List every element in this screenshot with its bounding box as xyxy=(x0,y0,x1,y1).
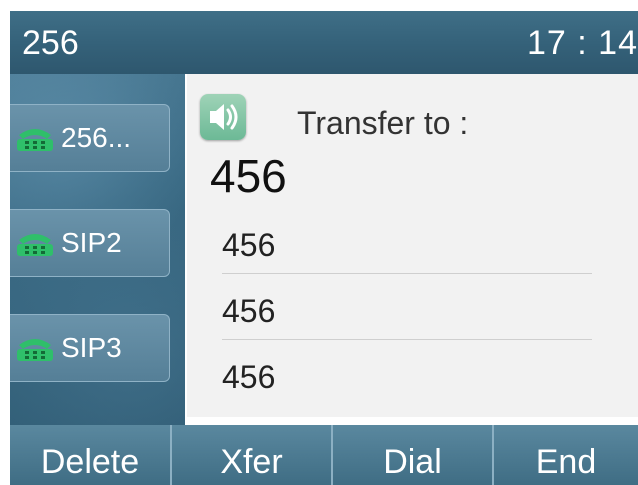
softkey-dial[interactable]: Dial xyxy=(333,425,494,485)
transfer-dialog: Transfer to : 456 456 456 456 xyxy=(185,74,638,417)
line-key-sip3[interactable]: SIP3 xyxy=(10,314,170,382)
softkey-xfer[interactable]: Xfer xyxy=(172,425,333,485)
softkey-delete[interactable]: Delete xyxy=(10,425,172,485)
suggestion-item[interactable]: 456 xyxy=(222,282,592,340)
softkey-end[interactable]: End xyxy=(494,425,638,485)
line-key-256[interactable]: 256... xyxy=(10,104,170,172)
speaker-icon xyxy=(200,94,246,140)
suggestion-item[interactable]: 456 xyxy=(222,348,592,406)
line-key-sip2[interactable]: SIP2 xyxy=(10,209,170,277)
transfer-number-input[interactable]: 456 xyxy=(210,146,287,206)
status-time: 17 : 14 xyxy=(527,24,638,62)
suggestion-item[interactable]: 456 xyxy=(222,216,592,274)
top-margin xyxy=(0,0,638,11)
phone-icon xyxy=(17,129,53,151)
dialog-title: Transfer to : xyxy=(297,105,469,141)
softkey-bar: Delete Xfer Dial End xyxy=(10,425,638,485)
status-bar: 256 17 : 14 xyxy=(10,11,638,74)
line-key-label: 256... xyxy=(61,122,132,153)
status-account: 256 xyxy=(22,24,79,62)
line-key-label: SIP2 xyxy=(61,227,122,258)
phone-icon xyxy=(17,234,53,256)
phone-screen: 256 17 : 14 256... SIP2 SIP3 Transfer to… xyxy=(0,0,638,485)
phone-icon xyxy=(17,339,53,361)
line-key-panel: 256... SIP2 SIP3 xyxy=(10,74,185,425)
line-key-label: SIP3 xyxy=(61,332,122,363)
